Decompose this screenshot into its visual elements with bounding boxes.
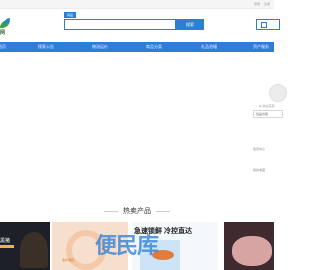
login-button[interactable]: 您是访客: [253, 110, 283, 118]
welcome-text: Hi,欢迎来到: [259, 104, 275, 108]
cart-button[interactable]: [256, 19, 280, 30]
pig-image: [20, 232, 48, 268]
top-bar: 登录 注册: [0, 0, 274, 9]
pig-photo: [232, 236, 272, 266]
login-link[interactable]: 登录: [254, 0, 260, 8]
product-card-pig[interactable]: [224, 222, 274, 270]
top-links: 登录 注册: [254, 0, 270, 8]
cart-icon: [261, 22, 267, 28]
product-card-pork[interactable]: 黑猪: [0, 222, 50, 270]
watermark-text: 便民库: [95, 233, 159, 258]
product-tag: 黑猪: [0, 238, 11, 244]
product-brand: 金米酒店: [62, 258, 75, 262]
section-title: 热卖产品: [0, 206, 274, 216]
main-nav: 首页 搜索公告 物流运价 商品分类 礼品池塘 资产服务: [0, 42, 274, 52]
avatar: [269, 84, 287, 102]
logo-text: 网: [0, 30, 6, 36]
search-input[interactable]: [64, 19, 176, 30]
site-logo[interactable]: 网: [0, 14, 14, 36]
search-button[interactable]: 搜索: [176, 19, 204, 30]
tag-underline: [0, 245, 14, 248]
nav-item-home[interactable]: 首页: [0, 42, 6, 52]
member-center-link[interactable]: 会员中心: [253, 147, 265, 151]
nav-item-logistics[interactable]: 物流运价: [92, 42, 108, 52]
nav-item-services[interactable]: 资产服务: [253, 42, 269, 52]
search-category-tab[interactable]: 商品: [64, 12, 77, 18]
register-link[interactable]: 注册: [264, 0, 270, 8]
nav-item-announcements[interactable]: 搜索公告: [38, 42, 54, 52]
favorites-link[interactable]: 我的收藏: [253, 168, 265, 172]
user-panel: Hi,欢迎来到 您是访客 会员中心 我的收藏: [251, 84, 287, 174]
nav-item-categories[interactable]: 商品分类: [146, 42, 162, 52]
nav-item-gifts[interactable]: 礼品池塘: [201, 42, 217, 52]
